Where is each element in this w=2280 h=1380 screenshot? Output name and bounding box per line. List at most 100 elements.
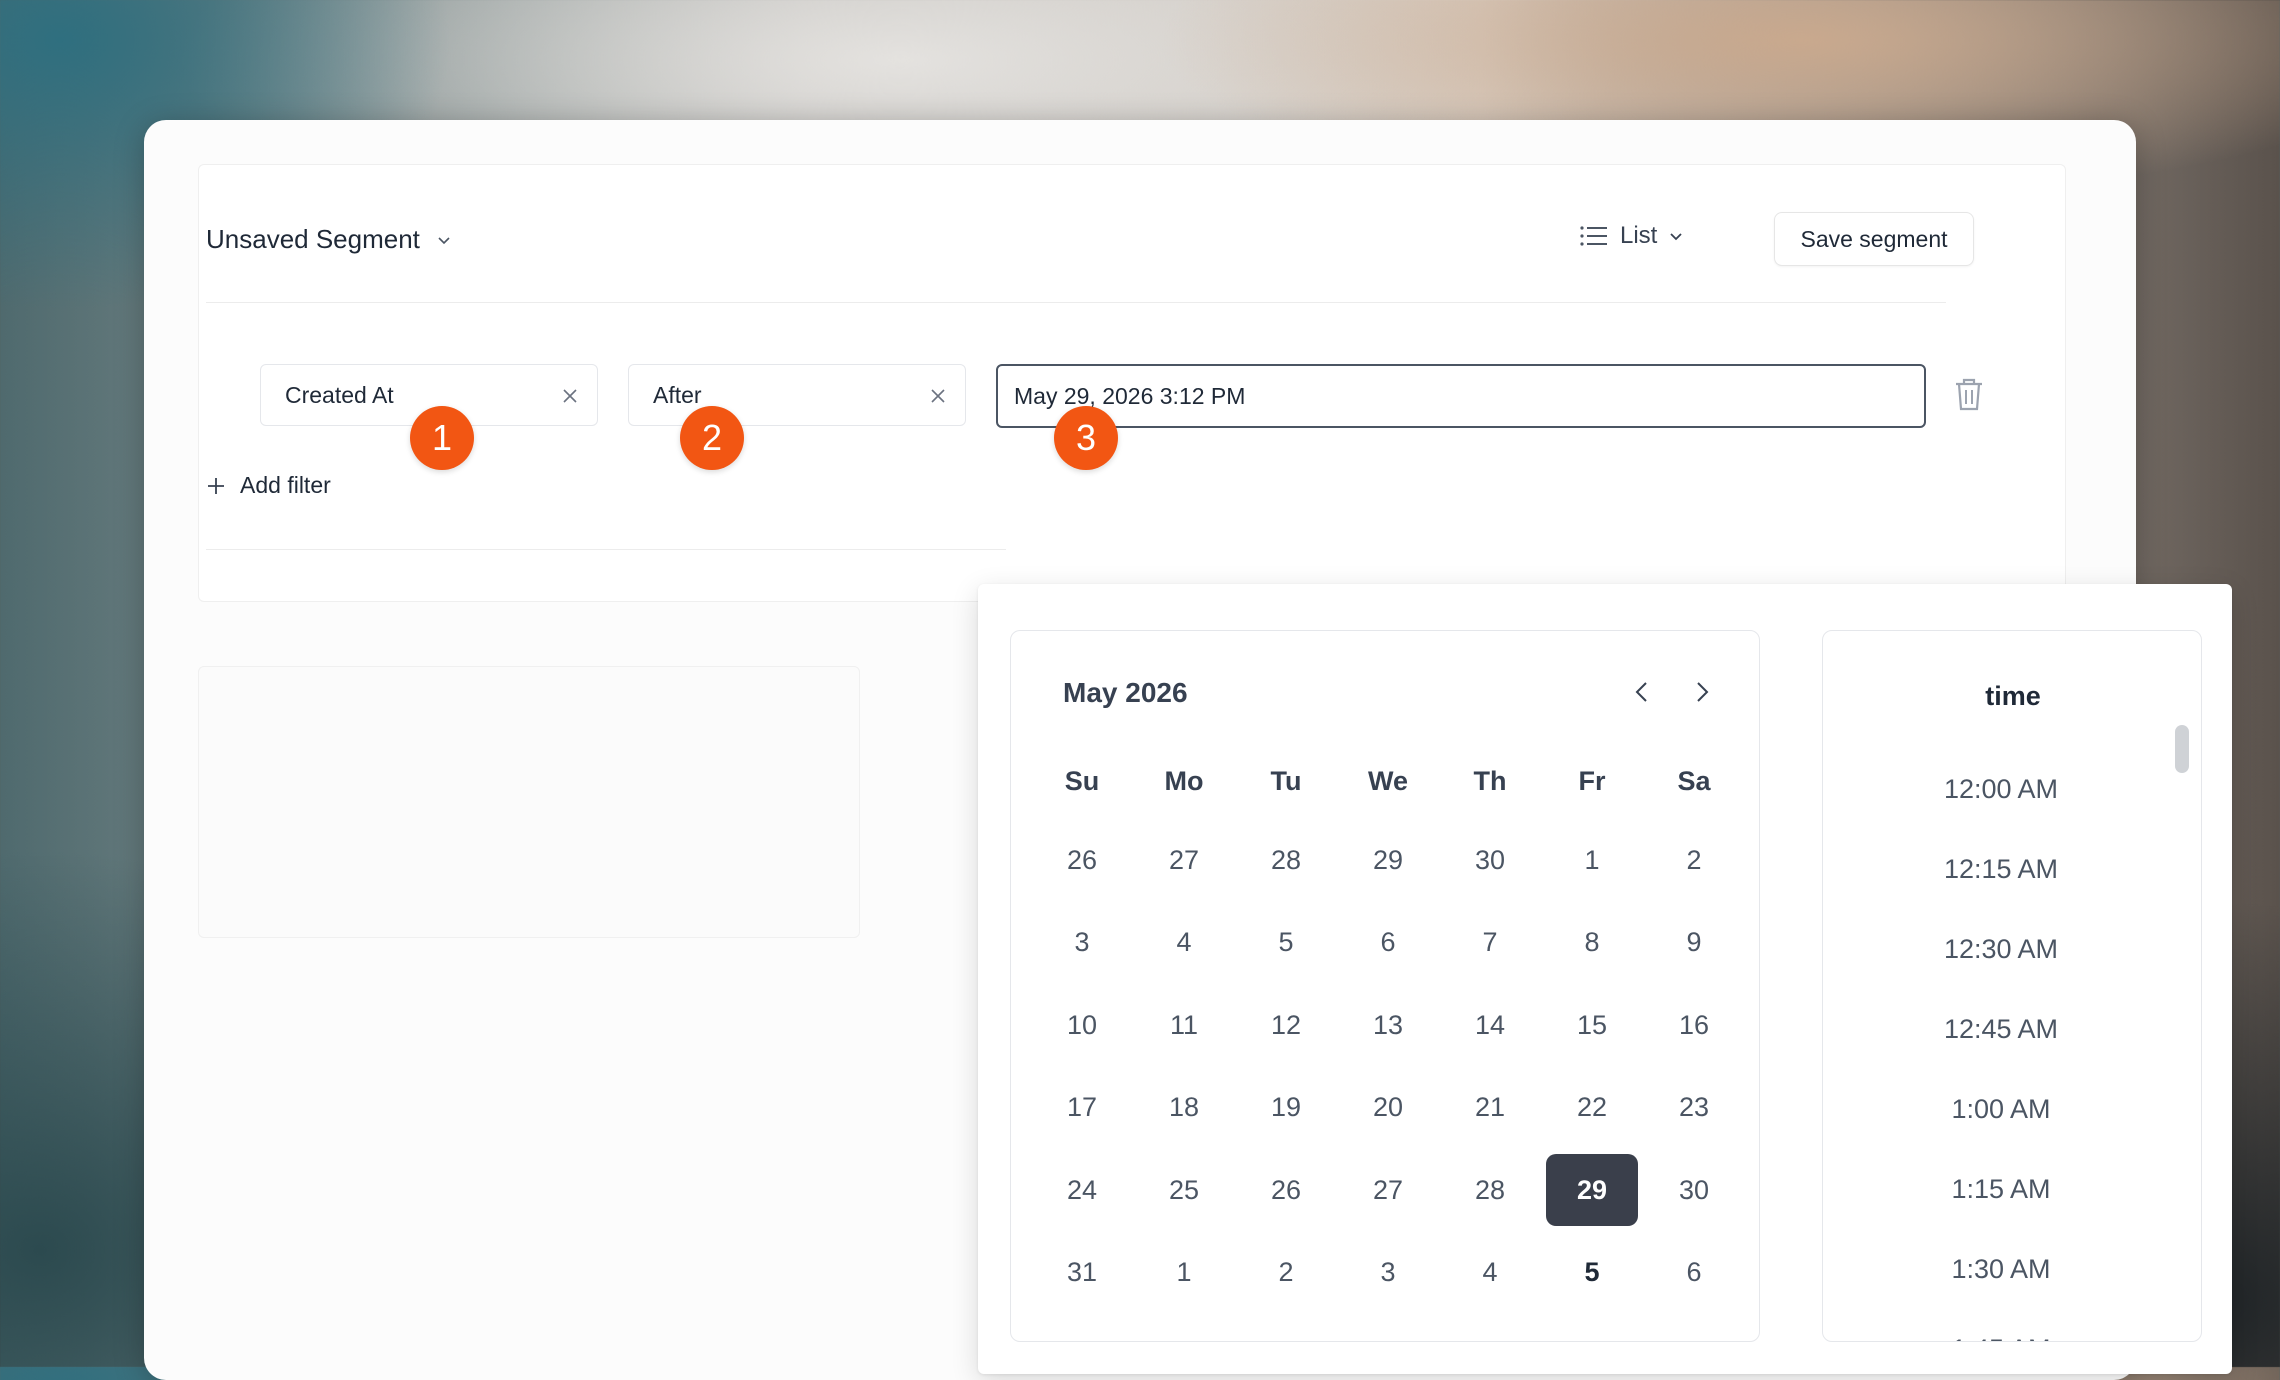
calendar-week-row: 3 4 5 6 7 8 9 <box>1031 902 1747 985</box>
calendar-day[interactable]: 14 <box>1439 984 1541 1067</box>
time-scrollbar[interactable] <box>2175 725 2189 773</box>
calendar-day-number: 2 <box>1278 1257 1294 1288</box>
add-filter-label: Add filter <box>240 472 331 498</box>
calendar-day[interactable]: 16 <box>1643 984 1745 1067</box>
close-icon[interactable] <box>929 387 947 405</box>
filter-divider <box>206 549 1006 550</box>
calendar: May 2026 Su Mo Tu We Th Fr Sa 26 27 28 29 30 1 2 3 4 5 6… <box>1010 630 1760 1342</box>
calendar-day[interactable]: 7 <box>1439 902 1541 985</box>
calendar-day[interactable]: 4 <box>1439 1232 1541 1315</box>
calendar-day[interactable]: 25 <box>1133 1149 1235 1232</box>
calendar-day[interactable]: 26 <box>1235 1149 1337 1232</box>
time-option[interactable]: 12:00 AM <box>1823 749 2179 829</box>
weekday-label: Fr <box>1578 766 1606 796</box>
time-option[interactable]: 1:30 AM <box>1823 1229 2179 1309</box>
trash-icon[interactable] <box>1952 376 1986 412</box>
calendar-day-number: 8 <box>1584 927 1600 958</box>
calendar-day[interactable]: 6 <box>1337 902 1439 985</box>
calendar-day-number: 4 <box>1482 1257 1498 1288</box>
calendar-day[interactable]: 4 <box>1133 902 1235 985</box>
weekday-label: Mo <box>1164 766 1204 796</box>
weekday-label: Sa <box>1677 766 1711 796</box>
calendar-day[interactable]: 22 <box>1541 1067 1643 1150</box>
calendar-day-number: 24 <box>1066 1174 1098 1205</box>
calendar-day[interactable]: 15 <box>1541 984 1643 1067</box>
calendar-day[interactable]: 1 <box>1541 819 1643 902</box>
save-segment-button[interactable]: Save segment <box>1774 212 1974 266</box>
app-window: Unsaved Segment List Save segment Create… <box>144 120 2232 1380</box>
calendar-day-number: 5 <box>1584 1257 1600 1288</box>
calendar-day-number: 5 <box>1278 927 1294 958</box>
time-option[interactable]: 12:45 AM <box>1823 989 2179 1069</box>
calendar-day-number: 26 <box>1270 1174 1302 1205</box>
time-option[interactable]: 12:15 AM <box>1823 829 2179 909</box>
time-option[interactable]: 1:00 AM <box>1823 1069 2179 1149</box>
calendar-day[interactable]: 30 <box>1439 819 1541 902</box>
calendar-day-number: 11 <box>1169 1009 1199 1040</box>
calendar-day[interactable]: 6 <box>1643 1232 1745 1315</box>
calendar-day[interactable]: 23 <box>1643 1067 1745 1150</box>
calendar-day[interactable]: 3 <box>1031 902 1133 985</box>
next-month-button[interactable] <box>1685 675 1719 709</box>
calendar-day[interactable]: 27 <box>1337 1149 1439 1232</box>
calendar-day-number: 29 <box>1546 1154 1638 1227</box>
calendar-day[interactable]: 18 <box>1133 1067 1235 1150</box>
filter-date-input[interactable] <box>996 364 1926 428</box>
calendar-day[interactable]: 3 <box>1337 1232 1439 1315</box>
calendar-day[interactable]: 2 <box>1643 819 1745 902</box>
list-icon <box>1580 226 1607 246</box>
calendar-day[interactable]: 24 <box>1031 1149 1133 1232</box>
calendar-day[interactable]: 11 <box>1133 984 1235 1067</box>
calendar-week-row: 10 11 12 13 14 15 16 <box>1031 984 1747 1067</box>
step-badge-1: 1 <box>410 406 474 470</box>
add-filter-button[interactable]: Add filter <box>206 472 331 499</box>
segment-title-dropdown[interactable]: Unsaved Segment <box>206 224 452 255</box>
calendar-day-number: 6 <box>1686 1257 1702 1288</box>
calendar-day[interactable]: 20 <box>1337 1067 1439 1150</box>
calendar-day-number: 3 <box>1074 927 1090 958</box>
calendar-day[interactable]: 21 <box>1439 1067 1541 1150</box>
time-option[interactable]: 12:30 AM <box>1823 909 2179 989</box>
filter-field-value: Created At <box>285 381 394 408</box>
calendar-day-number: 20 <box>1372 1092 1404 1123</box>
calendar-day-number: 13 <box>1372 1009 1404 1040</box>
calendar-day-today[interactable]: 5 <box>1541 1232 1643 1315</box>
calendar-day[interactable]: 29 <box>1337 819 1439 902</box>
calendar-grid: Su Mo Tu We Th Fr Sa 26 27 28 29 30 1 2 3 4 5 6 7 8 9 10 11 12… <box>1031 759 1747 1314</box>
calendar-day-number: 17 <box>1066 1092 1098 1123</box>
calendar-day[interactable]: 9 <box>1643 902 1745 985</box>
calendar-day[interactable]: 30 <box>1643 1149 1745 1232</box>
calendar-day[interactable]: 2 <box>1235 1232 1337 1315</box>
calendar-day-number: 27 <box>1372 1174 1404 1205</box>
calendar-day[interactable]: 13 <box>1337 984 1439 1067</box>
calendar-day-number: 25 <box>1168 1174 1200 1205</box>
close-icon[interactable] <box>561 387 579 405</box>
weekday-label: We <box>1367 766 1408 796</box>
calendar-day[interactable]: 31 <box>1031 1232 1133 1315</box>
calendar-day[interactable]: 26 <box>1031 819 1133 902</box>
calendar-day-number: 1 <box>1584 844 1600 875</box>
calendar-day[interactable]: 12 <box>1235 984 1337 1067</box>
calendar-day[interactable]: 8 <box>1541 902 1643 985</box>
calendar-day-number: 26 <box>1066 844 1098 875</box>
view-mode-dropdown[interactable]: List <box>1580 222 1683 250</box>
calendar-day[interactable]: 10 <box>1031 984 1133 1067</box>
calendar-day[interactable]: 27 <box>1133 819 1235 902</box>
filter-operator-select[interactable]: After <box>628 364 966 426</box>
weekday-label: Tu <box>1270 766 1302 796</box>
previous-month-button[interactable] <box>1625 675 1659 709</box>
filter-operator-value: After <box>653 381 702 408</box>
calendar-day-number: 15 <box>1576 1009 1608 1040</box>
calendar-day[interactable]: 28 <box>1235 819 1337 902</box>
calendar-day[interactable]: 17 <box>1031 1067 1133 1150</box>
calendar-day[interactable]: 19 <box>1235 1067 1337 1150</box>
time-option[interactable]: 1:15 AM <box>1823 1149 2179 1229</box>
calendar-day[interactable]: 5 <box>1235 902 1337 985</box>
calendar-day-number: 18 <box>1168 1092 1200 1123</box>
calendar-day[interactable]: 1 <box>1133 1232 1235 1315</box>
date-time-picker: May 2026 Su Mo Tu We Th Fr Sa 26 27 28 29 30 1 2 3 4 5 6… <box>978 584 2232 1374</box>
calendar-day[interactable]: 28 <box>1439 1149 1541 1232</box>
time-option[interactable]: 1:45 AM <box>1823 1309 2179 1342</box>
calendar-week-row: 24 25 26 27 28 29 30 <box>1031 1149 1747 1232</box>
calendar-day-selected[interactable]: 29 <box>1541 1149 1643 1232</box>
